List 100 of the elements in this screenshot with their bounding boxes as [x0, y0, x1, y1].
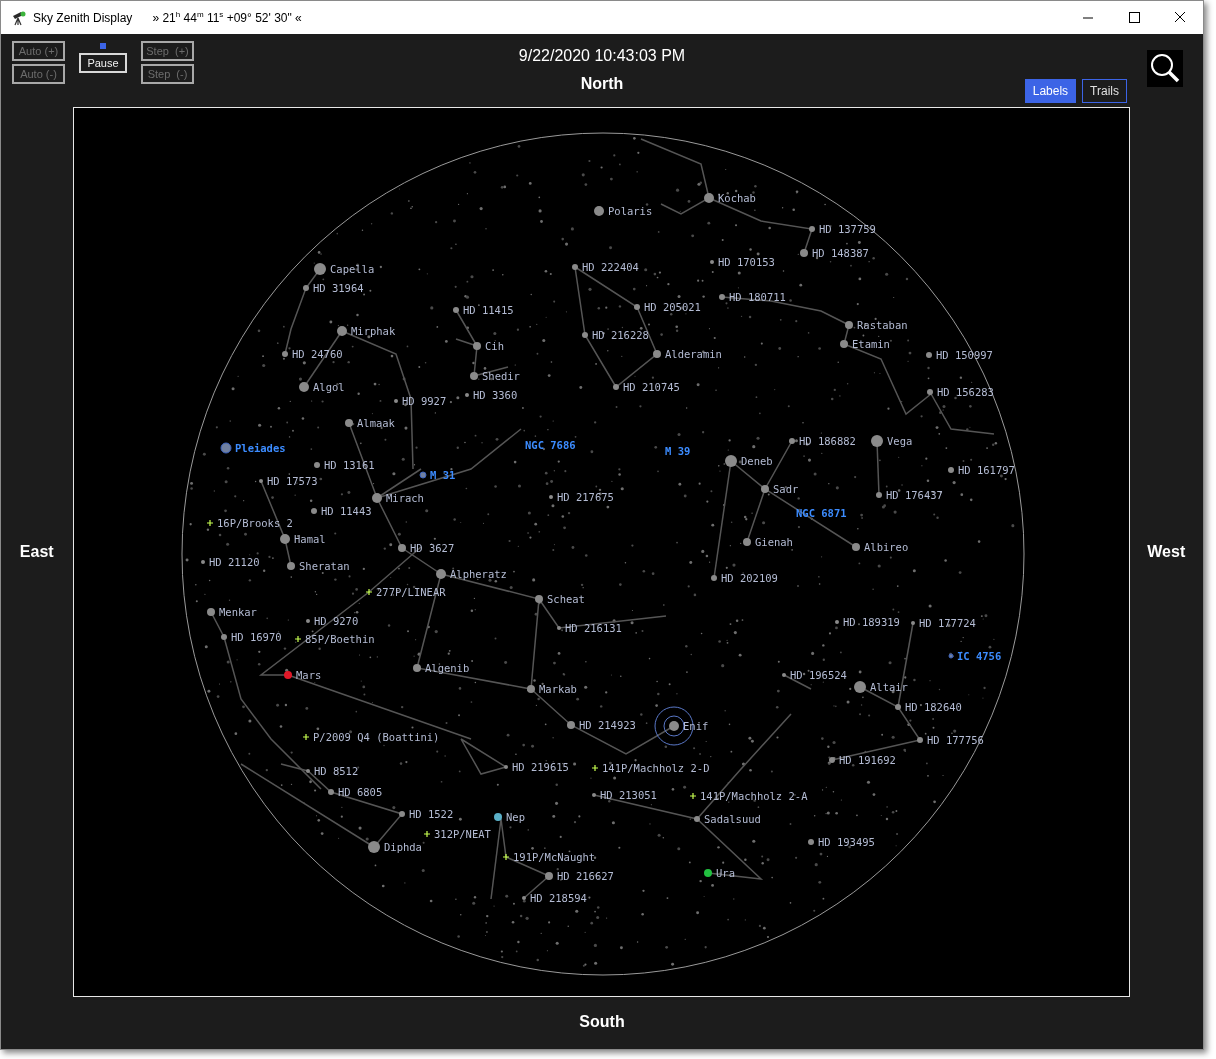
- star-dot: [305, 769, 310, 773]
- object-label: HD 191692: [838, 754, 896, 766]
- object-label: Ura: [715, 867, 735, 879]
- star-dot: [693, 816, 700, 822]
- object-label: HD 216228: [591, 329, 649, 341]
- object-label: HD 216627: [556, 870, 614, 882]
- star-dot: [926, 389, 933, 395]
- star-dot: [286, 562, 295, 570]
- object-label: HD 182640: [904, 701, 962, 713]
- star-dot: [526, 685, 535, 693]
- object-label: HD 21120: [208, 556, 260, 568]
- north-label: North: [580, 75, 624, 93]
- object-label: HD 218594: [529, 892, 587, 904]
- object-label: HD 150997: [935, 349, 993, 361]
- object-label: HD 177724: [918, 617, 976, 629]
- star-dot: [593, 206, 604, 216]
- star-dot: [834, 620, 839, 624]
- object-label: HD 6805: [337, 786, 382, 798]
- object-label: HD 156283: [936, 386, 994, 398]
- object-label: Hamal: [293, 533, 326, 545]
- object-label: Mirphak: [350, 325, 395, 337]
- star-dot: [652, 350, 661, 358]
- star-dot: [336, 326, 347, 336]
- east-label: East: [18, 542, 55, 562]
- object-label: HD 3627: [409, 542, 454, 554]
- object-label: HD 9270: [313, 615, 358, 627]
- star-dot: [313, 462, 320, 468]
- cluster-marker: [948, 653, 953, 659]
- object-label: HD 31964: [312, 282, 364, 294]
- star-dot: [305, 619, 310, 623]
- object-label: HD 3360: [472, 389, 517, 401]
- object-label: Algol: [312, 381, 345, 393]
- object-label: HD 217675: [556, 491, 614, 503]
- object-label: 312P/NEAT: [433, 828, 491, 840]
- object-label: NGC 7686: [524, 439, 576, 451]
- star-dot: [200, 560, 205, 564]
- star-dot: [710, 575, 717, 581]
- object-label: HD 213051: [599, 789, 657, 801]
- star-dot: [566, 721, 575, 729]
- star-dot: [788, 438, 795, 444]
- object-label: Diphda: [383, 841, 422, 853]
- comet-cross-icon: [501, 853, 510, 861]
- star-dot: [472, 342, 481, 350]
- star-dot: [344, 419, 353, 427]
- object-label: 85P/Boethin: [304, 633, 375, 645]
- object-label: HD 193495: [817, 836, 875, 848]
- comet-cross-icon: [205, 519, 214, 527]
- object-label: Algenib: [424, 662, 469, 674]
- object-label: Menkar: [218, 606, 257, 618]
- comet-cross-icon: [688, 792, 697, 800]
- object-label: HD 196524: [789, 669, 847, 681]
- star-dot: [310, 508, 317, 514]
- star-dot: [709, 260, 714, 264]
- star-dot: [591, 793, 596, 797]
- object-label: HD 222404: [581, 261, 639, 273]
- star-dot: [556, 626, 561, 630]
- object-label: NGC 6871: [795, 507, 847, 519]
- control-button[interactable]: Pause: [79, 53, 127, 73]
- star-dot: [760, 485, 769, 493]
- object-label: HD 216131: [564, 622, 622, 634]
- star-dot: [397, 544, 406, 552]
- star-dot: [875, 492, 882, 498]
- star-dot: [503, 765, 508, 769]
- toggle-button[interactable]: Labels: [1024, 79, 1077, 103]
- star-dot: [327, 789, 334, 795]
- object-label: 16P/Brooks 2: [216, 517, 293, 529]
- object-label: HD 180711: [728, 291, 786, 303]
- star-dot: [703, 193, 714, 203]
- star-dot: [371, 493, 382, 503]
- star-dot: [452, 307, 459, 313]
- star-dot: [548, 495, 553, 499]
- object-label: Alderamin: [664, 348, 722, 360]
- object-label: HD 1522: [408, 808, 453, 820]
- toggle-button[interactable]: Trails: [1082, 79, 1127, 103]
- datetime-text: 9/22/2020 10:43:03 PM: [518, 47, 686, 65]
- star-dot: [828, 757, 835, 763]
- object-label: Capella: [329, 263, 374, 275]
- object-label: Scheat: [546, 593, 585, 605]
- star-dot: [398, 811, 405, 817]
- star-dot: [581, 332, 588, 338]
- object-label: HD 9927: [401, 395, 446, 407]
- object-label: HD 176437: [885, 489, 943, 501]
- object-label: Polaris: [607, 205, 652, 217]
- object-label: Nep: [505, 811, 525, 823]
- object-label: Sheratan: [298, 560, 350, 572]
- star-dot: [947, 467, 954, 473]
- star-dot: [894, 704, 901, 710]
- star-dot: [298, 382, 309, 392]
- search-icon[interactable]: [1147, 50, 1183, 87]
- comet-cross-icon: [422, 830, 431, 838]
- star-dot: [916, 737, 923, 743]
- star-dot: [464, 393, 469, 397]
- south-label: South: [578, 1013, 626, 1031]
- object-label: Alpheratz: [449, 568, 507, 580]
- object-label: M 39: [664, 445, 690, 457]
- object-label: 141P/Machholz 2-D: [601, 762, 709, 774]
- object-label: 277P/LINEAR: [375, 586, 446, 598]
- star-dot: [302, 285, 309, 291]
- object-label: Altair: [869, 681, 908, 693]
- object-label: Mars: [295, 669, 321, 681]
